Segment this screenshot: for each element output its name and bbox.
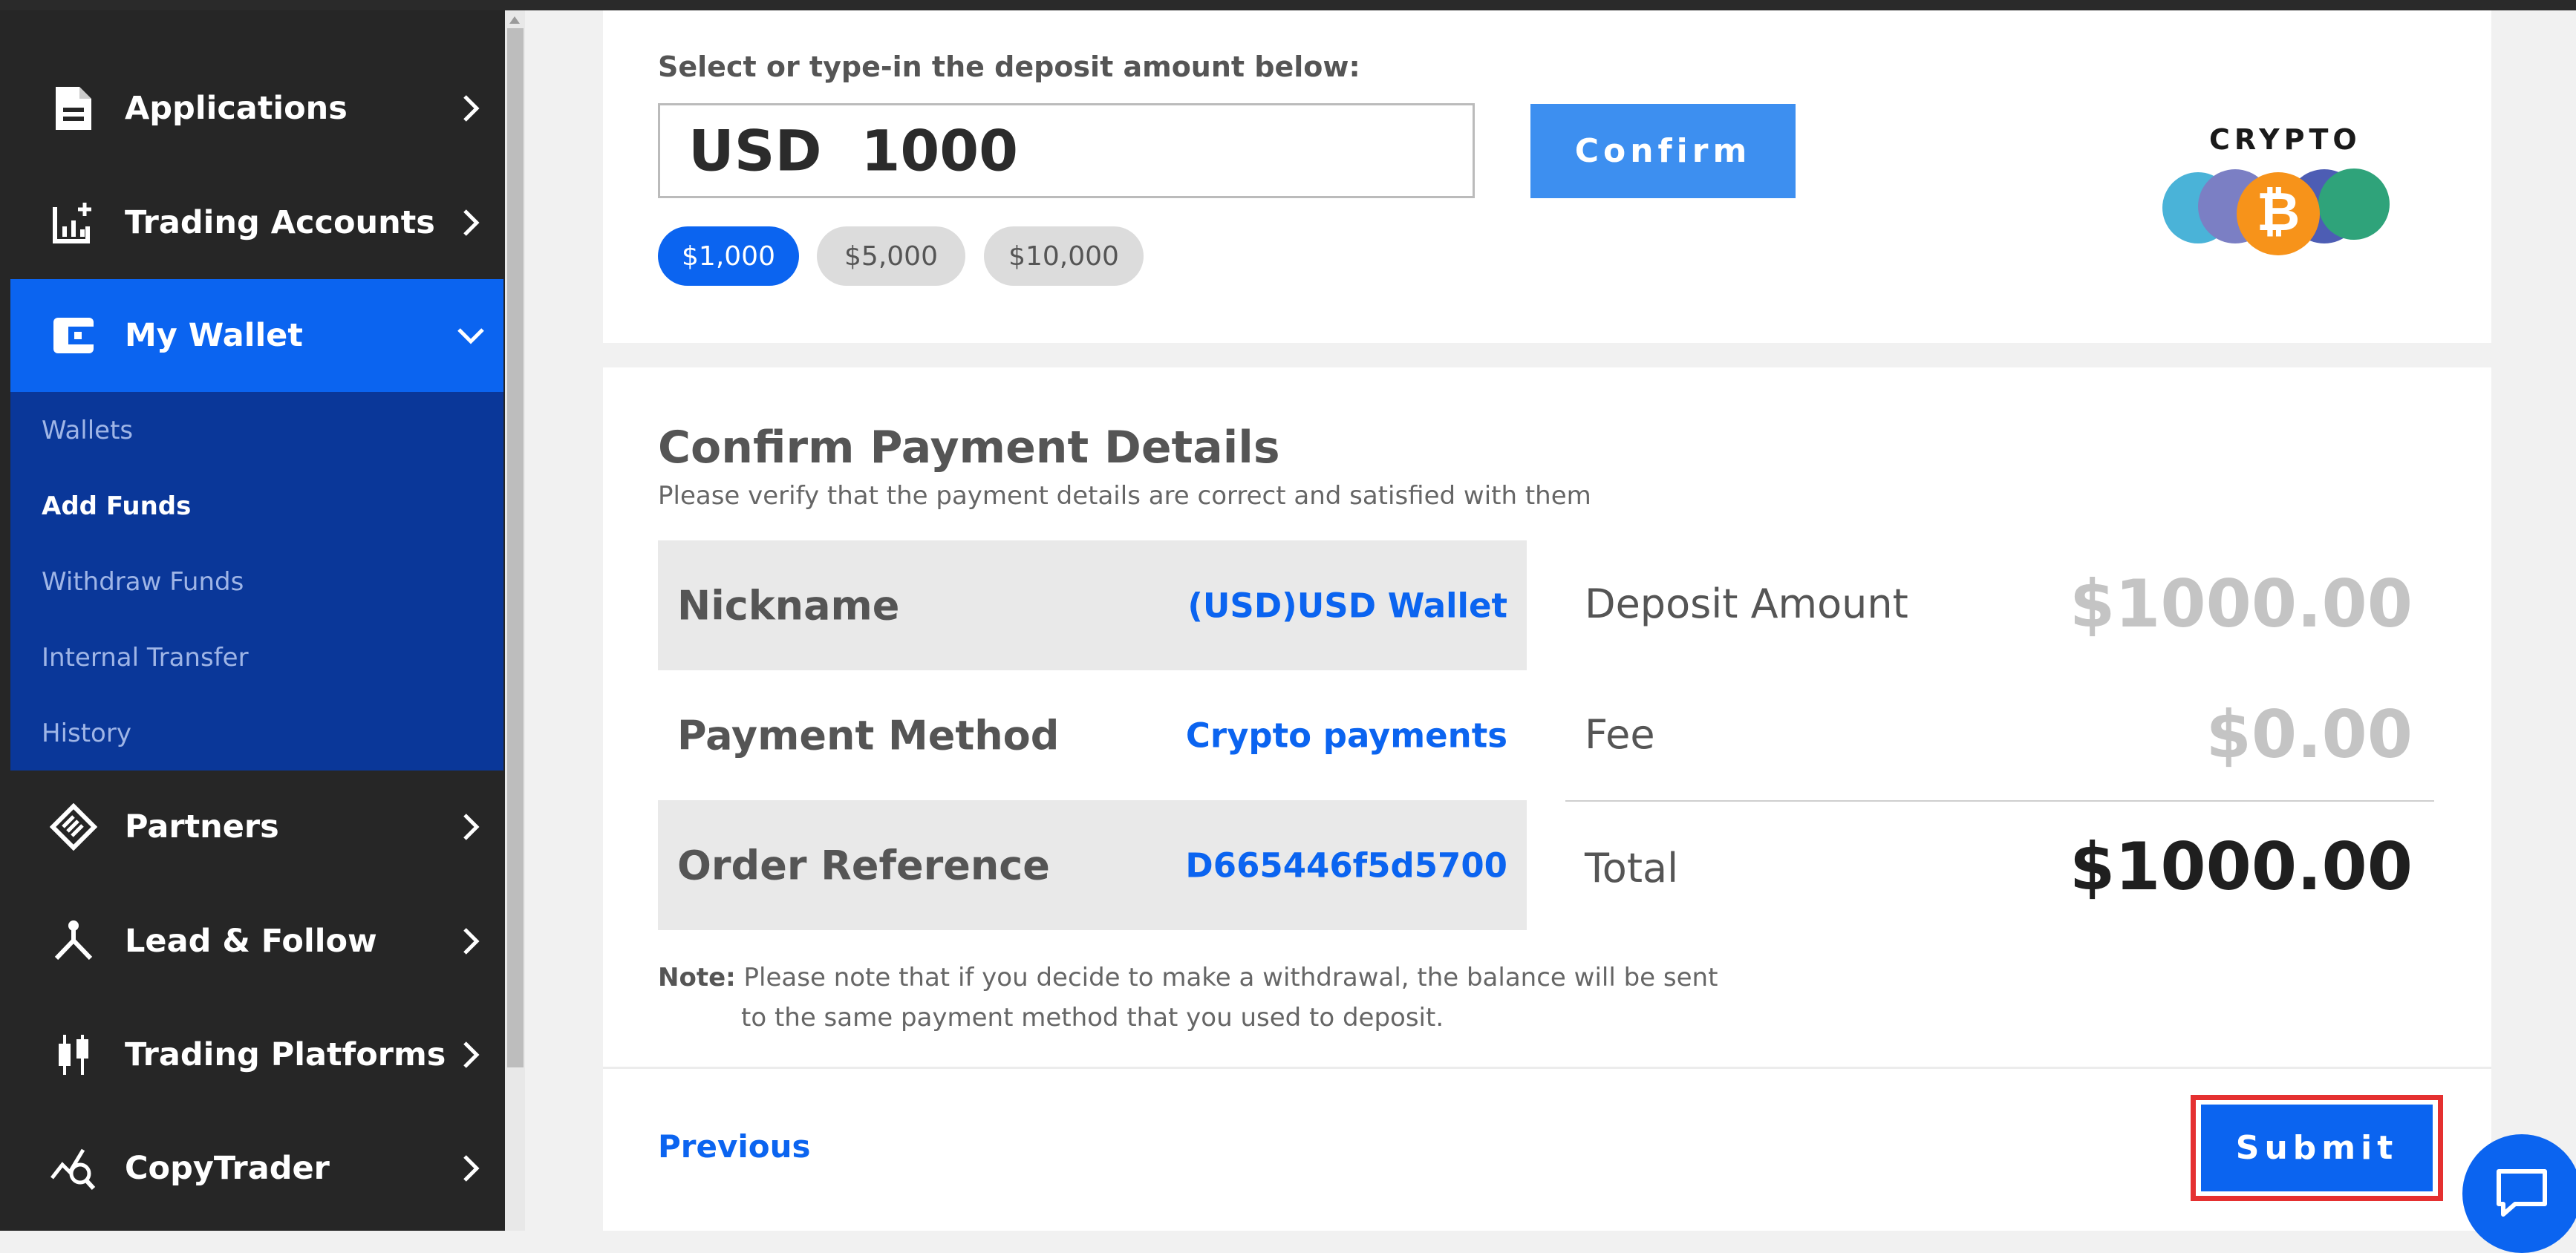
scroll-up-arrow-icon[interactable] [509, 16, 520, 24]
wallet-submenu: Wallets Add Funds Withdraw Funds Interna… [10, 392, 503, 771]
deposit-amount-prompt: Select or type-in the deposit amount bel… [658, 50, 1360, 83]
total-value: $1000.00 [2069, 828, 2413, 905]
detail-row-payment-method: Payment Method Crypto payments [658, 670, 1527, 800]
sidebar-item-lead-follow[interactable]: Lead & Follow [10, 885, 503, 998]
chevron-right-icon [456, 90, 486, 127]
chevron-right-icon [456, 204, 486, 241]
withdrawal-note: Note: Please note that if you decide to … [658, 958, 1846, 1038]
submenu-item-wallets[interactable]: Wallets [42, 416, 133, 445]
sidebar-item-applications[interactable]: Applications [10, 52, 503, 165]
svg-text:₿: ₿ [2257, 180, 2301, 243]
wallet-icon [49, 311, 98, 360]
previous-link[interactable]: Previous [658, 1128, 811, 1165]
detail-value: (USD)USD Wallet [1187, 586, 1507, 625]
deposit-amount-value: USD 1000 [688, 117, 1018, 184]
sidebar-item-label: Applications [125, 90, 348, 127]
sidebar-item-label: CopyTrader [125, 1150, 330, 1187]
chat-bubble-icon [2497, 1169, 2547, 1217]
section-title: Confirm Payment Details [658, 422, 1280, 474]
chevron-right-icon [456, 923, 486, 960]
chevron-right-icon [456, 1150, 486, 1187]
detail-key: Payment Method [677, 712, 1060, 759]
submit-button[interactable]: Submit [2201, 1105, 2433, 1191]
branch-icon [49, 917, 98, 966]
note-label: Note: [658, 963, 736, 992]
submenu-item-history[interactable]: History [42, 719, 131, 748]
section-subtitle: Please verify that the payment details a… [658, 481, 1591, 511]
sidebar-item-label: Partners [125, 808, 279, 845]
preset-amount-10000[interactable]: $10,000 [984, 226, 1144, 286]
sidebar-item-label: Trading Platforms [125, 1036, 446, 1073]
submenu-item-add-funds[interactable]: Add Funds [42, 491, 191, 521]
sidebar-item-label: Lead & Follow [125, 923, 377, 960]
detail-key: Order Reference [677, 842, 1050, 889]
detail-value: D665446f5d5700 [1185, 845, 1507, 885]
sidebar-item-trading-accounts[interactable]: Trading Accounts [10, 166, 503, 279]
handshake-icon [49, 802, 98, 851]
deposit-amount-input[interactable]: USD 1000 [658, 103, 1475, 198]
chevron-right-icon [456, 808, 486, 845]
detail-row-nickname: Nickname (USD)USD Wallet [658, 540, 1527, 670]
fee-label: Fee [1585, 711, 1655, 758]
preset-amount-1000[interactable]: $1,000 [658, 226, 799, 286]
submenu-item-internal-transfer[interactable]: Internal Transfer [42, 643, 249, 673]
sidebar-item-trading-platforms[interactable]: Trading Platforms [10, 998, 503, 1111]
total-divider [1565, 800, 2434, 802]
preset-amount-5000[interactable]: $5,000 [817, 226, 965, 286]
crypto-coins-icon: ₿ [2162, 169, 2390, 255]
detail-row-order-reference: Order Reference D665446f5d5700 [658, 800, 1527, 930]
sidebar-item-copytrader[interactable]: CopyTrader [10, 1112, 503, 1225]
candlestick-icon [49, 1030, 98, 1079]
chart-add-icon [49, 198, 98, 247]
chat-button[interactable] [2462, 1134, 2576, 1253]
deposit-amount-value-display: $1000.00 [2069, 566, 2413, 642]
chart-search-icon [49, 1144, 98, 1193]
sidebar-scroll-thumb[interactable] [507, 28, 524, 1067]
sidebar-item-label: My Wallet [125, 317, 303, 354]
confirm-amount-button[interactable]: Confirm [1530, 104, 1796, 198]
chevron-right-icon [456, 1036, 486, 1073]
window-top-border [0, 0, 2576, 10]
note-line-1: Please note that if you decide to make a… [743, 963, 1718, 992]
deposit-amount-label: Deposit Amount [1585, 580, 1908, 627]
sidebar-item-partners[interactable]: Partners [10, 771, 503, 883]
detail-key: Nickname [677, 582, 900, 629]
note-line-2: to the same payment method that you used… [741, 1003, 1444, 1033]
sidebar-item-label: Trading Accounts [125, 204, 435, 241]
total-label: Total [1585, 845, 1679, 892]
chevron-down-icon [456, 317, 486, 354]
document-icon [49, 84, 98, 133]
detail-value: Crypto payments [1185, 716, 1507, 755]
sidebar-item-my-wallet[interactable]: My Wallet [10, 279, 503, 392]
fee-value: $0.00 [2205, 696, 2413, 773]
submenu-item-withdraw-funds[interactable]: Withdraw Funds [42, 567, 244, 597]
